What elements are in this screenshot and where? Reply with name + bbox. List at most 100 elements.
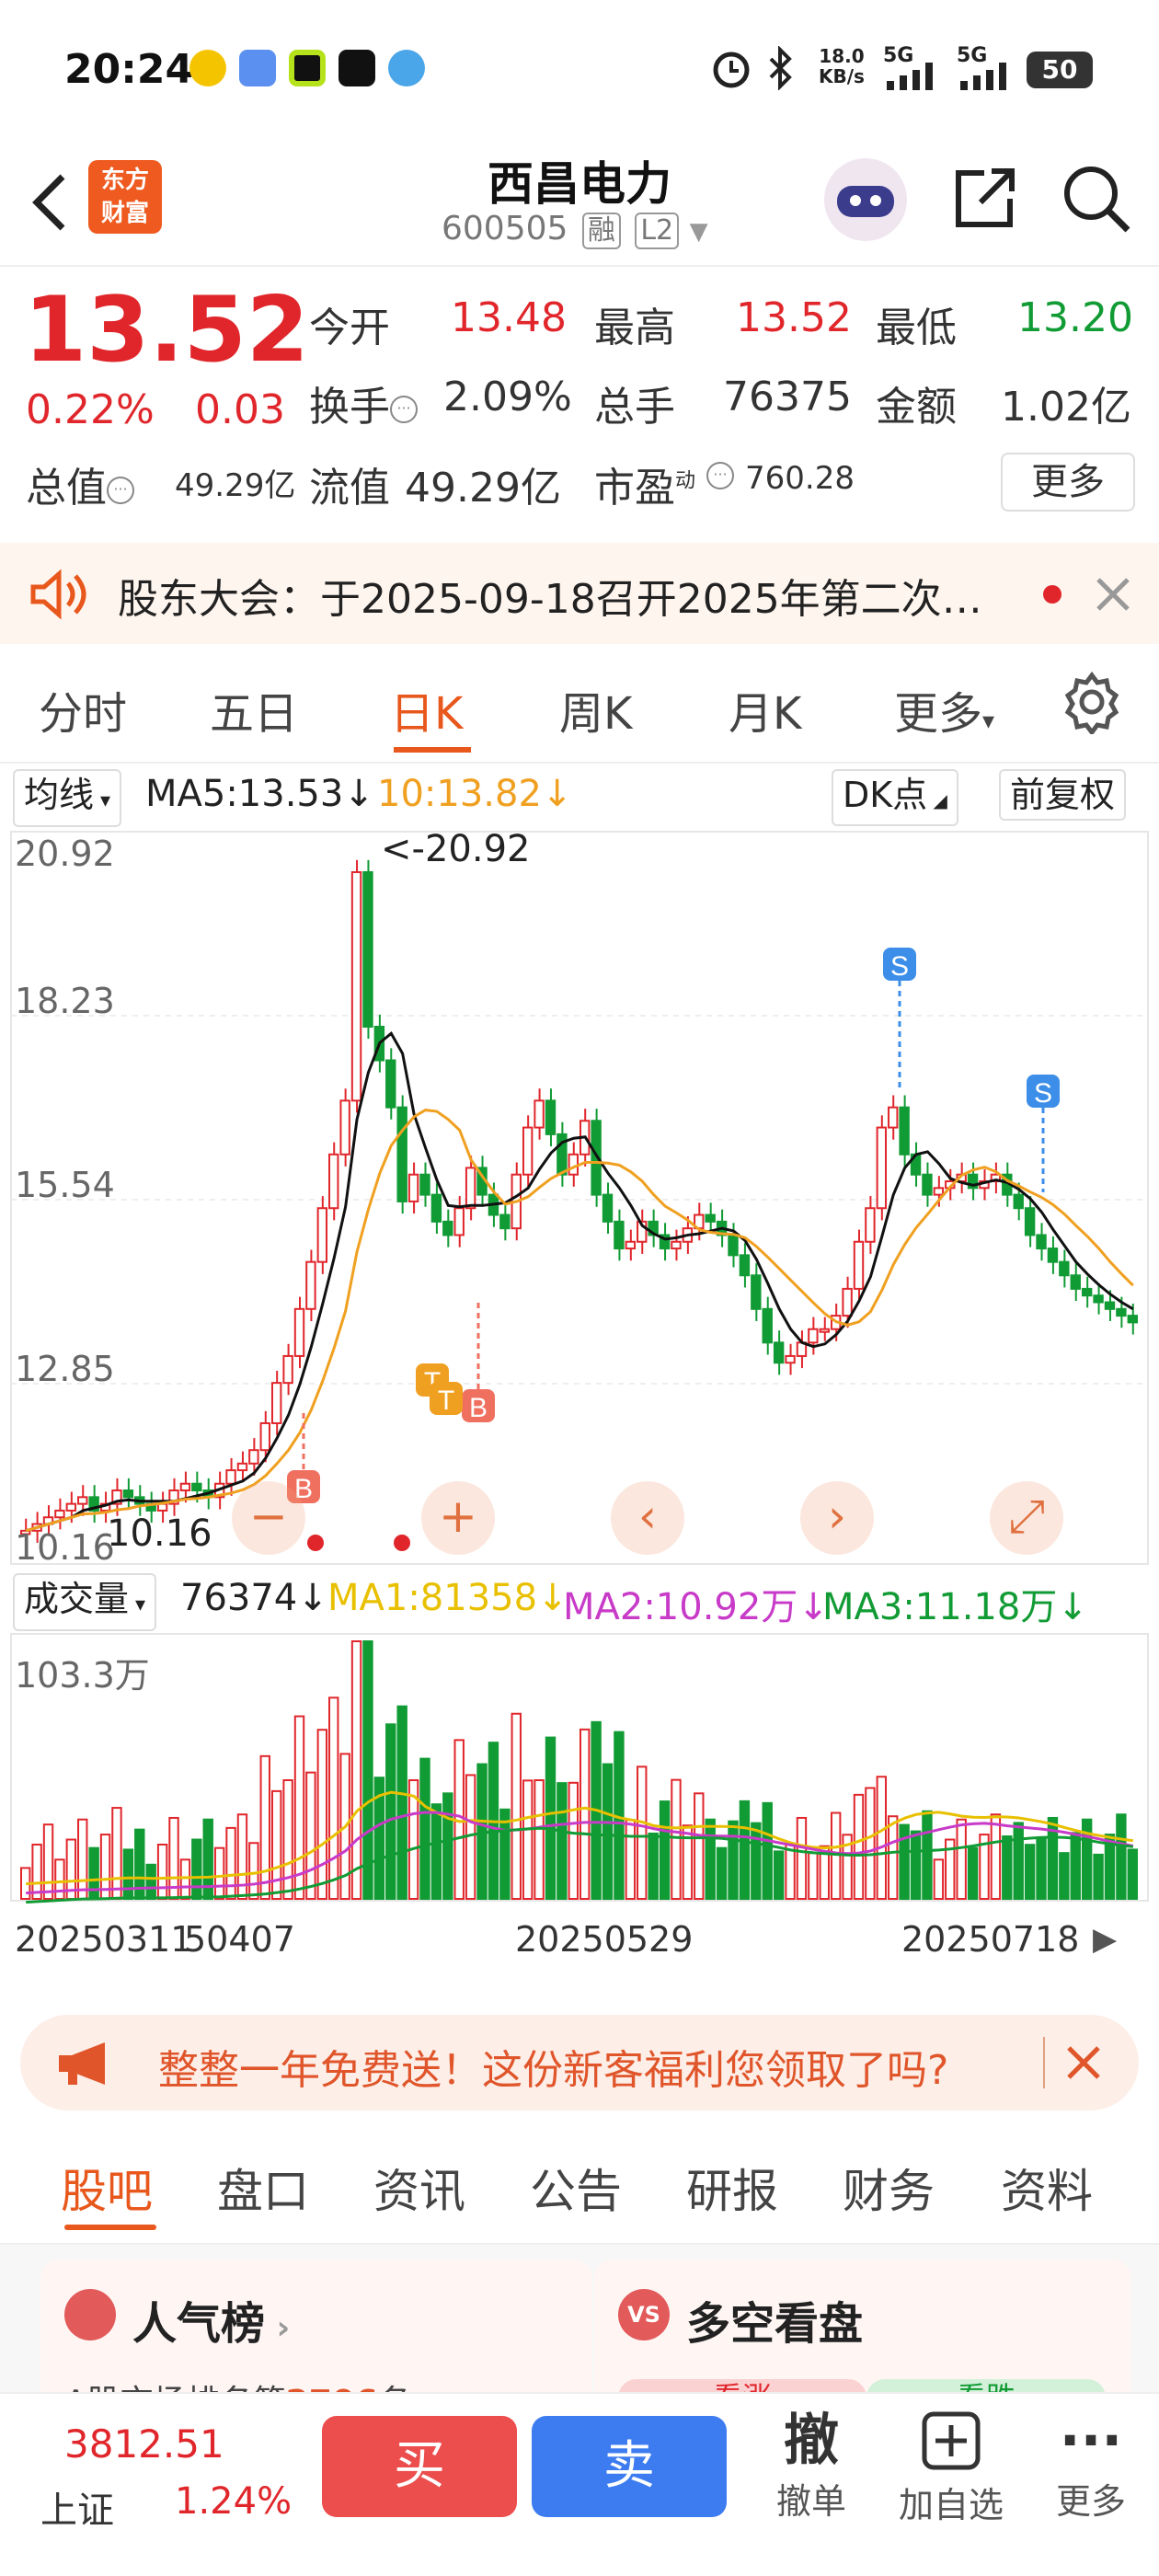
candle (1047, 1248, 1059, 1263)
candle (305, 1260, 316, 1310)
tab-daily-k[interactable]: 日K (390, 677, 463, 742)
open-value: 13.48 (451, 294, 567, 341)
candlestick-svg[interactable]: BBTTSS (0, 824, 1159, 1928)
stock-code: 600505 (442, 210, 568, 247)
stock-code-row[interactable]: 600505 融 L2 ▼ (442, 210, 708, 249)
volume-bar (77, 1818, 88, 1901)
tab-five-day[interactable]: 五日 (210, 677, 298, 742)
tab-more[interactable]: 更多▾ (894, 677, 994, 742)
volume-bar (910, 1830, 922, 1900)
more-button[interactable]: ··· 更多 (1045, 2409, 1137, 2524)
scroll-right-arrow-icon[interactable]: ▶ (1093, 1921, 1117, 1958)
tab-monthly-k[interactable]: 月K (729, 677, 801, 742)
feature-cards: 人气榜 › A股市场排名第2706名 VS 多空看盘 看涨 看跌 (0, 2245, 1159, 2421)
tab-research[interactable]: 研报 (686, 2155, 778, 2221)
fullscreen-button[interactable]: ⤢ (990, 1481, 1063, 1555)
open-label: 今开 (309, 305, 390, 351)
tab-news[interactable]: 资讯 (373, 2155, 465, 2221)
volume-indicator-select[interactable]: 成交量 ▾ (13, 1573, 157, 1631)
info-icon[interactable]: ··· (107, 477, 134, 504)
volume-value: 76375 (723, 374, 852, 420)
gear-icon[interactable] (1060, 670, 1124, 734)
t-signal-marker-label: T (438, 1386, 454, 1416)
tab-guba[interactable]: 股吧 (61, 2155, 153, 2221)
volume-bar (922, 1810, 933, 1901)
ma10-legend: 10:13.82↓ (377, 773, 573, 815)
caret-down-icon: ▼ (689, 218, 708, 246)
tab-finance[interactable]: 财务 (843, 2155, 935, 2221)
candle (568, 1153, 580, 1176)
volume-bar (751, 1822, 762, 1900)
robot-assistant-icon[interactable] (824, 158, 907, 241)
cancel-order-button[interactable]: 撤 撤单 (765, 2409, 857, 2524)
ma-select[interactable]: 均线 ▾ (13, 769, 122, 827)
volume-bar (511, 1712, 522, 1900)
tab-intraday[interactable]: 分时 (39, 677, 127, 742)
volume-bar (442, 1792, 453, 1900)
promo-banner[interactable]: 整整一年免费送！这份新客福利您领取了吗? (20, 2015, 1139, 2110)
candle (328, 1153, 339, 1210)
tab-profile[interactable]: 资料 (1001, 2155, 1093, 2221)
candle (77, 1496, 88, 1505)
tab-weekly-k[interactable]: 周K (559, 677, 632, 742)
volume-bar (270, 1789, 282, 1901)
volume-bar (580, 1728, 591, 1901)
info-icon[interactable]: ··· (390, 396, 418, 423)
search-icon[interactable] (1058, 160, 1135, 237)
dk-point-select[interactable]: DK点 ◢ (832, 769, 958, 826)
zoom-out-button[interactable]: − (232, 1481, 305, 1555)
zoom-in-button[interactable]: + (421, 1481, 495, 1555)
candle (282, 1354, 293, 1385)
scroll-right-button[interactable]: › (800, 1481, 874, 1555)
candle (534, 1099, 545, 1129)
volume-bar (967, 1846, 979, 1901)
volume-bar (145, 1863, 156, 1901)
bull-bear-card[interactable]: VS 多空看盘 看涨 看跌 (594, 2260, 1131, 2416)
volume-bar (716, 1846, 728, 1901)
candle (362, 870, 373, 1028)
kline-chart[interactable]: 均线 ▾ MA5:13.53↓ 10:13.82↓ DK点 ◢ 前复权 BBTT… (0, 764, 1159, 1996)
change-amount: 0.03 (195, 386, 285, 433)
share-icon[interactable] (947, 162, 1021, 236)
candle (739, 1254, 751, 1277)
buy-button[interactable]: 买 (322, 2416, 517, 2517)
popularity-card[interactable]: 人气榜 › A股市场排名第2706名 (40, 2260, 592, 2421)
candle (419, 1173, 430, 1196)
add-watchlist-button[interactable]: 加自选 (887, 2409, 1016, 2527)
sell-button[interactable]: 卖 (532, 2416, 727, 2517)
x-axis-label: 20250718 (901, 1919, 1080, 1960)
telegram-icon (388, 50, 425, 86)
candle (179, 1482, 191, 1492)
market-cap-label: 总值 ··· (26, 454, 134, 513)
promo-text: 整整一年免费送！这份新客福利您领取了吗? (158, 2047, 949, 2094)
amount-value: 1.02亿 (1001, 384, 1131, 431)
more-quote-button[interactable]: 更多 (1001, 453, 1135, 512)
x-axis-label: 20250311 (15, 1919, 193, 1960)
volume-bar (385, 1723, 396, 1901)
volume-bar (225, 1826, 236, 1900)
adjust-select[interactable]: 前复权 (999, 769, 1127, 821)
candle (728, 1234, 739, 1257)
candle (350, 870, 362, 1102)
tab-order-book[interactable]: 盘口 (217, 2155, 309, 2221)
tab-announcements[interactable]: 公告 (530, 2155, 622, 2221)
volume-bar (42, 1823, 54, 1901)
announcement-bar[interactable]: 股东大会：于2025-09-18召开2025年第二次临... (0, 543, 1159, 644)
close-icon[interactable] (1065, 2044, 1102, 2081)
volume-bar (282, 1779, 293, 1900)
volume-bar (637, 1765, 648, 1901)
volume-bar (213, 1846, 225, 1901)
info-icon[interactable]: ··· (706, 462, 734, 489)
volume-bar (602, 1763, 614, 1900)
sell-signal-marker-label: S (1034, 1078, 1052, 1109)
unread-dot (1043, 585, 1061, 604)
turnover-label: 换手 ··· (309, 374, 418, 432)
y-axis-label: 18.23 (15, 981, 115, 1021)
close-icon[interactable] (1093, 574, 1133, 615)
vs-icon: VS (618, 2289, 670, 2340)
scroll-left-button[interactable]: ‹ (611, 1481, 684, 1555)
level2-tag: L2 (635, 213, 680, 249)
candle (1081, 1287, 1093, 1297)
y-axis-label: 15.54 (15, 1165, 115, 1205)
back-arrow-icon[interactable] (26, 166, 90, 239)
